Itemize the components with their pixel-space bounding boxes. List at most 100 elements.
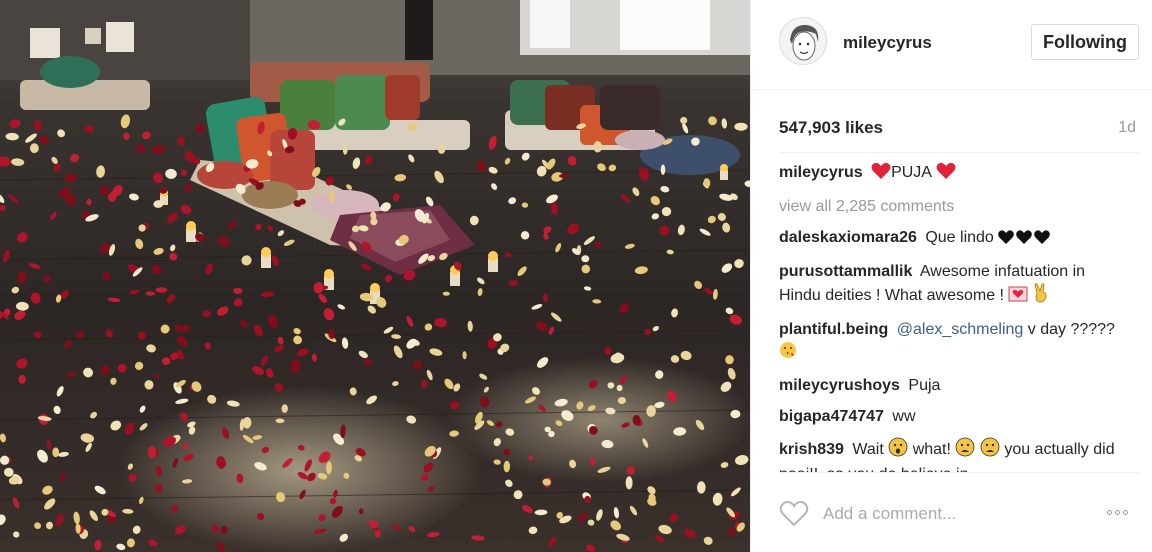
petal (361, 263, 372, 271)
petal (28, 263, 41, 269)
petal (569, 459, 577, 469)
comment-username[interactable]: krish839 (779, 441, 844, 458)
petal (281, 404, 288, 413)
petal (236, 473, 244, 484)
petal (0, 455, 10, 465)
petal (577, 512, 588, 523)
petal (695, 419, 705, 431)
petal (151, 264, 162, 275)
petal (275, 418, 285, 424)
petal (155, 287, 168, 293)
petal (142, 131, 151, 140)
petal (449, 430, 459, 437)
victory-hand-emoji-icon (1033, 283, 1049, 310)
comment-list[interactable]: mileycyrus PUJA view all 2,285 comments … (779, 162, 1129, 472)
petal (548, 326, 555, 335)
petal (477, 288, 483, 297)
petal (182, 479, 193, 484)
petal (543, 232, 549, 240)
petal (632, 187, 640, 197)
petal (488, 135, 497, 150)
petal (528, 455, 534, 461)
petal (581, 264, 591, 274)
add-comment-input[interactable] (823, 502, 1083, 526)
petal (139, 405, 146, 413)
petal (256, 512, 265, 521)
petal (531, 303, 543, 310)
comment-username[interactable]: purusottammallik (779, 263, 912, 280)
petal (624, 243, 635, 249)
petal (476, 160, 486, 173)
petal (486, 420, 495, 426)
post-author-username[interactable]: mileycyrus (843, 33, 932, 53)
petal (311, 353, 317, 362)
caption-username[interactable]: mileycyrus (779, 164, 863, 181)
petal (155, 465, 162, 477)
comment: mileycyrushoys Puja (779, 375, 1129, 397)
petal (160, 324, 170, 334)
petal (337, 304, 345, 310)
petal (83, 367, 94, 378)
petal (634, 266, 648, 275)
petal (147, 446, 157, 458)
like-heart-icon[interactable] (779, 500, 809, 532)
petal (5, 132, 19, 141)
petal (241, 255, 252, 266)
petal (682, 123, 689, 134)
like-count[interactable]: 547,903 likes (779, 118, 883, 138)
petal (12, 497, 20, 509)
petal (220, 525, 228, 534)
following-button[interactable]: Following (1031, 24, 1139, 60)
comment-username[interactable]: daleskaxiomara26 (779, 229, 917, 246)
post-photo[interactable] (0, 0, 750, 552)
petal (548, 537, 557, 547)
petal (135, 238, 144, 250)
post-age[interactable]: 1d (1118, 119, 1136, 137)
petal (277, 230, 285, 237)
petal (138, 496, 144, 505)
petal (44, 498, 56, 510)
petal (110, 420, 122, 431)
petal (102, 272, 111, 281)
petal (704, 287, 713, 295)
petal (442, 291, 450, 296)
petal (105, 329, 113, 338)
petal (226, 400, 240, 407)
petal (493, 438, 501, 447)
petal (703, 536, 713, 545)
comment-username[interactable]: bigapa474747 (779, 408, 884, 425)
petal (597, 466, 611, 473)
petal (52, 447, 60, 458)
petal (217, 235, 231, 247)
avatar[interactable] (779, 17, 827, 65)
petal (151, 145, 166, 154)
petal (619, 302, 629, 314)
petal (56, 386, 64, 397)
petal (217, 306, 229, 316)
petal (406, 315, 414, 327)
petal (509, 279, 518, 287)
petal (184, 183, 192, 192)
petal (734, 454, 749, 466)
petal (45, 521, 54, 530)
petal (313, 282, 324, 294)
comment-text: what! (912, 441, 951, 458)
petal (170, 244, 176, 252)
petal (420, 474, 429, 481)
comment-username[interactable]: mileycyrushoys (779, 377, 900, 394)
petal (139, 423, 148, 431)
petal (613, 507, 619, 519)
petal (148, 539, 158, 547)
view-all-comments-link[interactable]: view all 2,285 comments (779, 196, 1129, 218)
comment-mention-link[interactable]: @alex_schmeling (897, 321, 1024, 338)
petal (505, 479, 513, 488)
petal (11, 158, 25, 166)
petal (252, 435, 263, 440)
petal (217, 541, 225, 552)
petal (86, 198, 92, 206)
comment-username[interactable]: plantiful.being (779, 321, 888, 338)
petal (453, 383, 461, 392)
more-options-ellipsis-icon[interactable] (1107, 510, 1128, 515)
petal (349, 387, 357, 396)
petal (363, 358, 372, 366)
